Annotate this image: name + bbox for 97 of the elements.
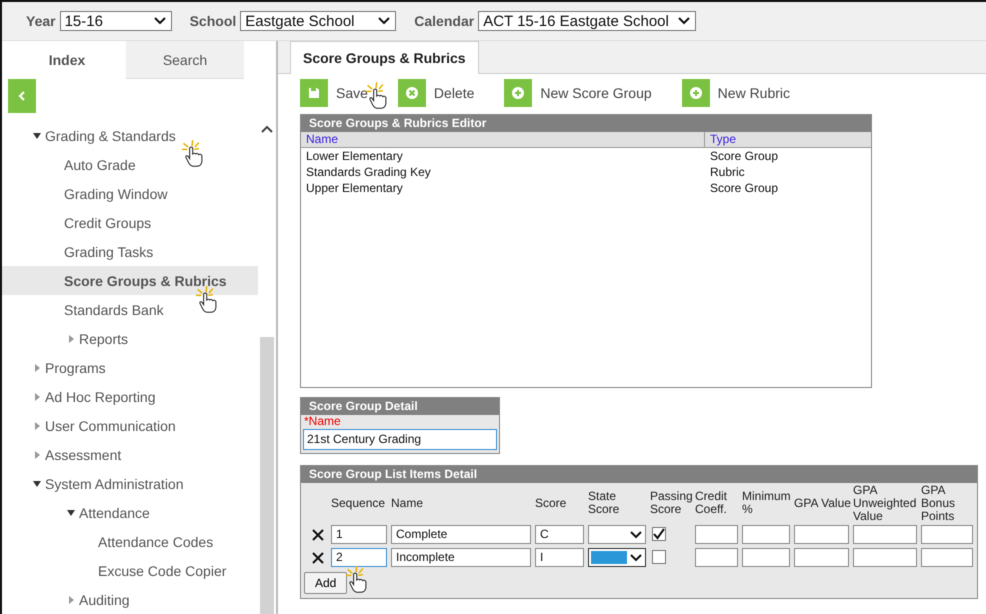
tree-folder[interactable]: User Communication <box>2 411 258 440</box>
dropdown[interactable]: 15-16 <box>60 11 172 31</box>
delete-button[interactable]: Delete <box>398 79 474 107</box>
tree-folder[interactable]: Attendance <box>2 498 258 527</box>
column-header: State Score <box>588 490 620 516</box>
state-score-dropdown[interactable] <box>588 525 646 544</box>
save-icon <box>306 85 322 101</box>
gpa-field[interactable] <box>794 548 849 567</box>
tree-folder[interactable]: Grading & Standards <box>2 121 258 150</box>
state-score-dropdown[interactable] <box>588 548 646 567</box>
panel-title: Score Groups & Rubrics Editor <box>301 115 871 132</box>
field-label: Year <box>26 13 56 29</box>
add-button[interactable]: New Score Group <box>504 79 652 107</box>
caret-icon <box>377 16 392 26</box>
table-cell-text: Score Group <box>709 180 780 196</box>
collapsed-arrow-icon <box>32 392 42 400</box>
name-field[interactable]: 21st Century Grading <box>303 429 497 450</box>
tree-item[interactable]: Grading Tasks <box>2 237 258 266</box>
collapsed-arrow-icon <box>32 422 42 430</box>
add-icon <box>688 85 704 101</box>
column-header: Name <box>391 496 424 510</box>
scroll-up-icon[interactable] <box>261 125 273 133</box>
name-field[interactable]: Complete <box>391 525 531 544</box>
column-header: GPA Value <box>794 496 851 510</box>
tree-item[interactable]: Score Groups & Rubrics <box>2 266 258 295</box>
credit-field[interactable] <box>695 525 738 544</box>
sidebar-tab[interactable]: Search <box>126 41 244 79</box>
collapsed-arrow-icon <box>66 596 76 604</box>
tree-folder[interactable]: Ad Hoc Reporting <box>2 382 258 411</box>
page-tab[interactable]: Score Groups & Rubrics <box>290 41 479 74</box>
caret-icon <box>152 16 167 26</box>
tree-item[interactable]: Excuse Code Copier <box>2 556 258 585</box>
field-label: *Name <box>303 415 342 428</box>
gpa-field[interactable] <box>794 525 849 544</box>
caret-icon <box>629 530 643 540</box>
remove-icon[interactable] <box>310 550 324 564</box>
collapsed-arrow-icon <box>66 334 76 342</box>
add-icon <box>510 85 526 101</box>
expanded-arrow-icon <box>32 132 42 140</box>
credit-field[interactable] <box>695 548 738 567</box>
remove-icon[interactable] <box>310 528 324 542</box>
minimum-field[interactable] <box>742 525 790 544</box>
column-header: Score <box>535 496 566 510</box>
dropdown[interactable]: ACT 15-16 Eastgate School <box>478 11 696 31</box>
expanded-arrow-icon <box>32 480 42 488</box>
column-header: GPA Bonus Points <box>921 484 956 522</box>
table-cell-text: Lower Elementary <box>305 148 404 164</box>
tree-folder[interactable]: Auditing <box>2 585 258 614</box>
table-cell-text: Score Group <box>709 148 780 164</box>
column-header: Passing Score <box>650 490 694 516</box>
column-header: Sequence <box>331 496 386 510</box>
bonus-field[interactable] <box>921 548 973 567</box>
delete-icon <box>404 85 420 101</box>
save-button[interactable]: Save <box>300 79 368 107</box>
table-cell-text: Standards Grading Key <box>305 164 432 180</box>
field-label: School <box>190 13 236 29</box>
score-field[interactable]: C <box>535 525 584 544</box>
table-cell-text: Upper Elementary <box>305 180 404 196</box>
tree-folder[interactable]: Programs <box>2 353 258 382</box>
sequence-field[interactable]: 2 <box>331 548 387 567</box>
column-header[interactable]: Name <box>301 132 704 147</box>
chevron-left-icon <box>18 91 26 101</box>
tree-item[interactable]: Grading Window <box>2 179 258 208</box>
add-button[interactable]: Add <box>304 572 348 594</box>
scrollbar-thumb[interactable] <box>260 337 274 614</box>
tree-folder[interactable]: System Administration <box>2 469 258 498</box>
caret-icon <box>676 16 691 26</box>
passing-checkbox[interactable] <box>652 527 666 541</box>
unweighted-field[interactable] <box>853 525 917 544</box>
field-label: Calendar <box>414 13 474 29</box>
caret-icon <box>629 552 643 562</box>
dropdown[interactable]: Eastgate School <box>240 11 396 31</box>
tree-folder[interactable]: Assessment <box>2 440 258 469</box>
tree-item[interactable]: Auto Grade <box>2 150 258 179</box>
tree-item[interactable]: Credit Groups <box>2 208 258 237</box>
add-button[interactable]: New Rubric <box>682 79 790 107</box>
tree-folder[interactable]: Reports <box>2 324 258 353</box>
table-cell-text: Rubric <box>709 164 746 180</box>
score-field[interactable]: I <box>535 548 584 567</box>
unweighted-field[interactable] <box>853 548 917 567</box>
column-header[interactable]: Type <box>704 132 871 147</box>
passing-checkbox[interactable] <box>652 550 666 564</box>
collapsed-arrow-icon <box>32 450 42 458</box>
sequence-field[interactable]: 1 <box>331 525 387 544</box>
column-header: Credit Coeff. <box>695 490 728 516</box>
panel-title: Score Group List Items Detail <box>301 466 977 483</box>
tree-item[interactable]: Standards Bank <box>2 295 258 324</box>
bonus-field[interactable] <box>921 525 973 544</box>
collapse-button[interactable] <box>8 79 36 113</box>
expanded-arrow-icon <box>66 508 76 516</box>
collapsed-arrow-icon <box>32 364 42 372</box>
minimum-field[interactable] <box>742 548 790 567</box>
panel-title: Score Group Detail <box>301 398 499 415</box>
column-header: GPA Unweighted Value <box>853 484 918 522</box>
name-field[interactable]: Incomplete <box>391 548 531 567</box>
column-header: Minimum % <box>742 490 792 516</box>
tree-item[interactable]: Attendance Codes <box>2 527 258 556</box>
